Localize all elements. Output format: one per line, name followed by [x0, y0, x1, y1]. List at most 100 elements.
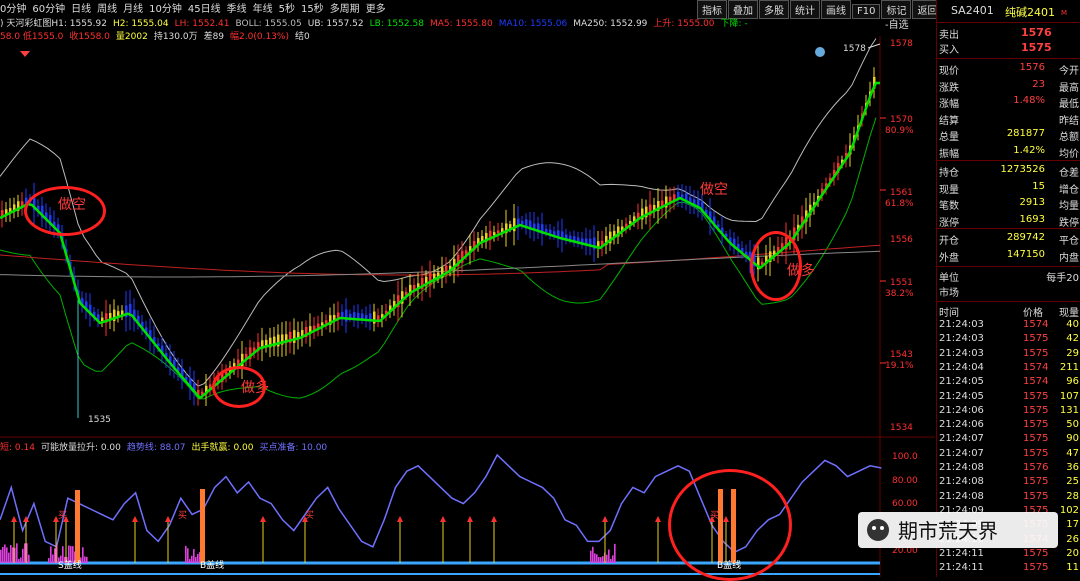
osc-signal-label: B盖线: [717, 561, 742, 571]
candle-body: [293, 330, 296, 343]
trade-row: 21:24:06 1575 50: [939, 419, 1079, 431]
highlight-circle: [750, 231, 802, 301]
boll-upper-line: [0, 38, 877, 387]
stat-row: 笔数 2913 均量: [939, 197, 1079, 212]
stat-row: 振幅 1.42% 均价: [939, 144, 1079, 160]
volume-spike: [6, 547, 8, 563]
signal-bar: [200, 489, 205, 563]
volume-spike: [2, 546, 4, 563]
stat-row: 外盘 147150 内盘: [939, 248, 1079, 264]
candle-body: [581, 238, 584, 243]
stat-row: 现价 1576 今开: [939, 62, 1079, 77]
candle-body: [497, 230, 500, 234]
osc-signal-label: 买: [58, 511, 68, 521]
up-arrow-icon: [440, 516, 446, 522]
volume-spike: [189, 558, 191, 563]
stat-row: 开仓 289742 平仓: [939, 232, 1079, 247]
osc-signal-label: 买: [305, 511, 315, 521]
watermark-text: 期市荒天界: [898, 519, 998, 543]
quote-panel: SA2401 纯碱2401 M 卖出 1576 买入 1575 现价 1576 今开…: [936, 0, 1080, 577]
low-price-mark: 1535: [88, 415, 111, 425]
volume-spike: [185, 545, 187, 563]
trade-row: 21:24:03 1574 40: [939, 319, 1079, 330]
volume-spike: [4, 544, 6, 563]
legend-item: 趋势线: 88.07: [126, 443, 186, 453]
volume-spike: [610, 558, 612, 563]
volume-spike: [191, 555, 193, 563]
candle-body: [553, 231, 556, 235]
volume-spike: [600, 557, 602, 563]
stat-row: 持仓 1273526 仓差: [939, 164, 1079, 179]
volume-spike: [84, 556, 86, 563]
market-row: 市场: [939, 288, 959, 299]
volume-spike: [12, 547, 14, 563]
price-axis-label: 1534: [890, 423, 913, 433]
volume-spike: [50, 546, 52, 563]
short-annotation: 做空: [700, 182, 728, 198]
osc-signal-label: B盖线: [200, 561, 225, 571]
quote-header: SA2401 纯碱2401 M: [937, 0, 1080, 23]
volume-spike: [8, 552, 10, 563]
volume-spike: [594, 553, 596, 563]
candle-body: [569, 235, 572, 240]
volume-spike: [0, 549, 2, 563]
candle-body: [521, 221, 524, 225]
up-arrow-icon: [467, 516, 473, 522]
trade-row: 21:24:07 1575 47: [939, 447, 1079, 459]
trade-row: 21:24:05 1574 96: [939, 376, 1079, 388]
bid-row: 买入 1575: [939, 41, 1052, 56]
up-arrow-icon: [260, 516, 266, 522]
osc-axis-label: 100.0: [892, 452, 918, 462]
price-axis-label: 1556: [890, 235, 913, 245]
oscillator-legend: 短: 0.14 可能放量拉升: 0.00 趋势线: 88.07 出手就赢: 0.00 买…: [0, 440, 333, 453]
candle-body: [493, 232, 496, 236]
wechat-icon: [867, 519, 889, 541]
volume-spike: [20, 557, 22, 563]
volume-spike: [592, 546, 594, 563]
volume-spike: [16, 543, 18, 563]
volume-spike: [18, 558, 20, 563]
legend-item: 出手就赢: 0.00: [191, 443, 254, 453]
trade-row: 21:24:05 1575 107: [939, 390, 1079, 402]
legend-item: 短: 0.14: [0, 443, 35, 453]
up-arrow-icon: [491, 516, 497, 522]
candle-body: [565, 234, 568, 239]
stat-row: 总量 281877 总额: [939, 128, 1079, 143]
candle-body: [545, 228, 548, 233]
unit-row: 单位 每手20: [939, 273, 1079, 284]
price-axis-label: 1551: [890, 278, 913, 288]
trade-row: 21:24:08 1575 25: [939, 476, 1079, 488]
legend-item: 买点准备: 10.00: [259, 443, 328, 453]
candle-body: [549, 229, 552, 234]
kline-chart-area[interactable]: 0分钟 60分钟 日线 周线 月线 10分钟 45日线 季线 年线 5秒 15秒 多周期 更多 指标 叠加…: [0, 0, 943, 581]
self-select-button[interactable]: -自选: [885, 16, 909, 31]
up-arrow-icon: [165, 516, 171, 522]
trade-header: 时间 价格 现量: [939, 308, 1079, 319]
volume-spike: [596, 554, 598, 563]
diamond-icon: [20, 51, 30, 57]
volume-spike: [612, 555, 614, 563]
volume-spike: [24, 543, 26, 563]
osc-axis-label: 60.00: [892, 499, 918, 509]
trade-row: 21:24:03 1575 29: [939, 347, 1079, 359]
candle-body: [349, 313, 352, 318]
volume-spike: [28, 554, 30, 563]
divider: [937, 301, 1080, 302]
volume-spike: [195, 557, 197, 563]
volume-spike: [197, 554, 199, 563]
trade-row: 21:24:03 1575 42: [939, 333, 1079, 345]
osc-axis-label: 80.00: [892, 476, 918, 486]
price-axis-label: 1570: [890, 115, 913, 125]
divider: [937, 266, 1080, 267]
osc-signal-label: 买: [178, 511, 188, 521]
volume-spike: [602, 556, 604, 563]
fib-level-label: 19.1%: [885, 361, 914, 371]
fib-level-label: 80.9%: [885, 126, 914, 136]
stat-row: 涨幅 1.48% 最低: [939, 95, 1079, 110]
info-dot-icon: [815, 47, 825, 57]
trade-row: 21:24:06 1575 131: [939, 404, 1079, 416]
trade-row: 21:24:11 1575 11: [939, 562, 1079, 574]
volume-spike: [590, 550, 592, 563]
volume-spike: [86, 556, 88, 563]
volume-spike: [48, 558, 50, 563]
